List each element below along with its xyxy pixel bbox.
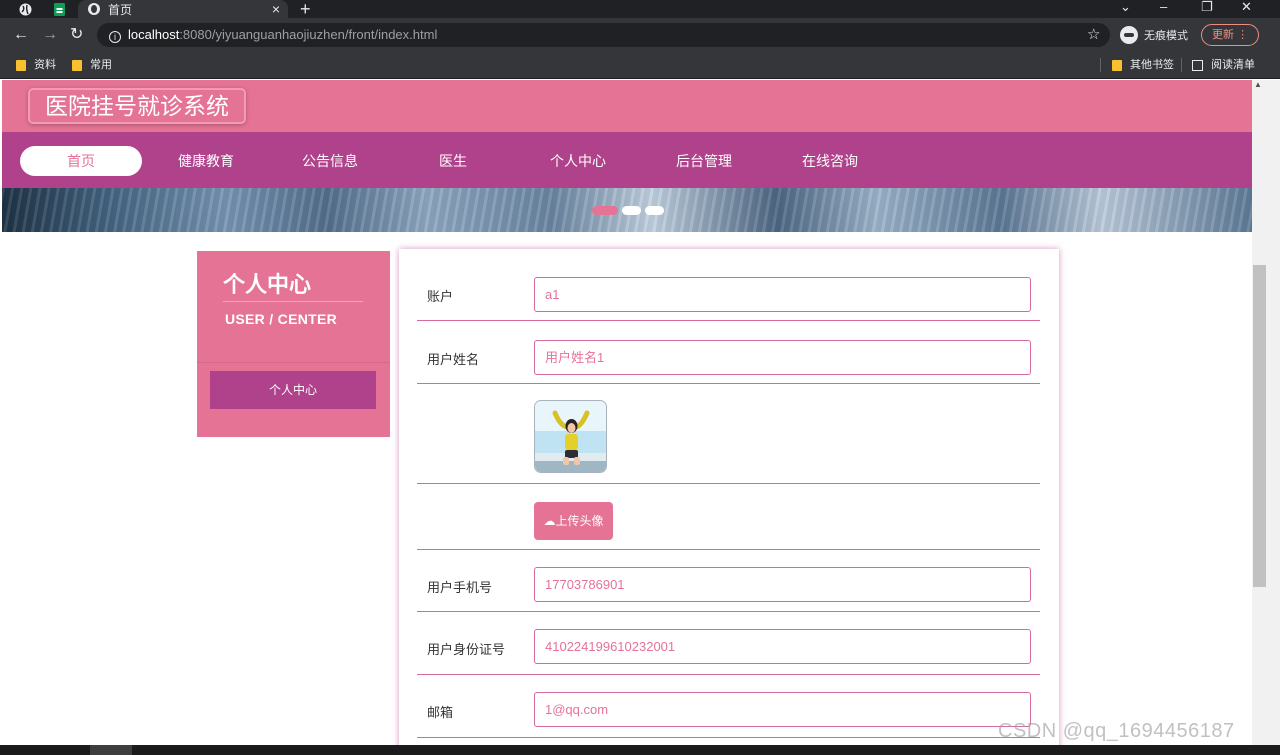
- form-row-phone: 用户手机号 17703786901: [417, 550, 1040, 612]
- pinned-tab-sheets[interactable]: [42, 0, 76, 18]
- info-icon[interactable]: i: [109, 31, 121, 43]
- globe-icon: [19, 3, 31, 15]
- incognito-icon: [1120, 26, 1138, 44]
- main-nav: 首页 健康教育 公告信息 医生 个人中心 后台管理 在线咨询: [2, 132, 1252, 188]
- address-bar[interactable]: i localhost:8080/yiyuanguanhaojiuzhen/fro…: [97, 23, 1110, 47]
- folder-icon: [72, 59, 82, 71]
- nav-item-doctors[interactable]: 医生: [392, 146, 514, 176]
- form-row-idcard: 用户身份证号 410224199610232001: [417, 612, 1040, 675]
- address-path: :8080/yiyuanguanhaojiuzhen/front/index.h…: [179, 27, 438, 42]
- cloud-upload-icon: ☁: [543, 514, 556, 528]
- sidebar-item-personal-center[interactable]: 个人中心: [210, 371, 376, 409]
- more-menu-icon: ⋮: [1237, 29, 1249, 41]
- incognito-indicator[interactable]: 无痕模式: [1120, 26, 1188, 44]
- avatar-image: [534, 400, 607, 473]
- restore-icon[interactable]: ❐: [1201, 0, 1213, 14]
- carousel-dot-3[interactable]: [645, 206, 664, 215]
- form-row-account: 账户 a1: [417, 249, 1040, 321]
- window-close-icon[interactable]: ✕: [1241, 0, 1252, 14]
- account-label: 账户: [427, 289, 454, 304]
- bookmark-folder-ziliao[interactable]: 资料: [16, 52, 56, 78]
- browser-toolbar: ← → ↻ i localhost:8080/yiyuanguanhaojiuzh…: [0, 18, 1280, 52]
- site-title[interactable]: 医院挂号就诊系统: [28, 88, 246, 124]
- new-tab-button[interactable]: +: [300, 0, 311, 18]
- user-center-sidebar: 个人中心 USER / CENTER 个人中心: [197, 251, 390, 437]
- form-row-avatar: [417, 384, 1040, 484]
- update-label: 更新: [1212, 29, 1234, 41]
- phone-label: 用户手机号: [427, 580, 493, 595]
- close-icon[interactable]: ×: [272, 0, 280, 18]
- hero-banner: [2, 188, 1252, 232]
- nav-item-admin[interactable]: 后台管理: [643, 146, 765, 176]
- carousel-dot-2[interactable]: [622, 206, 641, 215]
- site-header: 医院挂号就诊系统: [2, 80, 1252, 132]
- sidebar-title: 个人中心: [223, 272, 312, 297]
- incognito-label: 无痕模式: [1144, 30, 1188, 42]
- form-row-email: 邮箱 1@qq.com: [417, 675, 1040, 738]
- nav-item-online-consult[interactable]: 在线咨询: [769, 146, 891, 176]
- bookmark-separator: [1181, 58, 1182, 72]
- form-row-name: 用户姓名 用户姓名1: [417, 321, 1040, 384]
- address-host: localhost: [128, 27, 180, 42]
- nav-item-home[interactable]: 首页: [20, 146, 142, 176]
- bookmark-label: 资料: [34, 59, 56, 71]
- other-bookmarks-label: 其他书签: [1130, 59, 1174, 71]
- name-field[interactable]: 用户姓名1: [534, 340, 1031, 375]
- folder-icon: [16, 59, 26, 71]
- bookmark-star-icon[interactable]: ☆: [1087, 18, 1100, 52]
- watermark: CSDN @qq_1694456187: [998, 720, 1235, 742]
- scrollbar-thumb[interactable]: [1253, 265, 1266, 587]
- form-row-upload: ☁上传头像: [417, 484, 1040, 550]
- reading-list[interactable]: 阅读清单: [1192, 52, 1255, 78]
- reading-list-icon: [1192, 59, 1203, 71]
- folder-icon: [1112, 59, 1122, 71]
- email-field[interactable]: 1@qq.com: [534, 692, 1031, 727]
- bookmark-separator: [1100, 58, 1101, 72]
- minimize-icon[interactable]: –: [1160, 0, 1167, 14]
- account-field[interactable]: a1: [534, 277, 1031, 312]
- idcard-label: 用户身份证号: [427, 642, 506, 657]
- scroll-up-icon[interactable]: ▲: [1254, 80, 1262, 89]
- os-taskbar: [0, 745, 1280, 755]
- phone-field[interactable]: 17703786901: [534, 567, 1031, 602]
- reload-icon[interactable]: ↻: [70, 18, 83, 52]
- page-viewport: 医院挂号就诊系统 首页 健康教育 公告信息 医生 个人中心 后台管理 在线咨询 …: [2, 80, 1252, 748]
- tab-search-icon[interactable]: ⌄: [1120, 0, 1131, 14]
- sidebar-divider: [197, 362, 390, 363]
- browser-tab-strip: 首页 × + ⌄ – ❐ ✕: [0, 0, 1280, 18]
- browser-tab-active[interactable]: 首页 ×: [78, 0, 288, 18]
- globe-icon: [88, 3, 100, 15]
- upload-avatar-button[interactable]: ☁上传头像: [534, 502, 613, 540]
- tab-title: 首页: [108, 2, 133, 17]
- pinned-tab-globe[interactable]: [8, 0, 42, 18]
- other-bookmarks[interactable]: 其他书签: [1112, 52, 1174, 78]
- sidebar-divider-line: [223, 301, 363, 302]
- nav-item-announcements[interactable]: 公告信息: [269, 146, 391, 176]
- reading-list-label: 阅读清单: [1211, 59, 1255, 71]
- update-button[interactable]: 更新 ⋮: [1201, 24, 1259, 46]
- sidebar-subtitle: USER / CENTER: [225, 311, 338, 327]
- upload-avatar-label: 上传头像: [555, 514, 604, 528]
- bookmarks-bar: 资料 常用 其他书签 阅读清单: [0, 52, 1280, 79]
- email-label: 邮箱: [427, 705, 454, 720]
- back-icon[interactable]: ←: [13, 18, 29, 52]
- nav-item-personal-center[interactable]: 个人中心: [517, 146, 639, 176]
- sheets-icon: [53, 2, 65, 16]
- carousel-dot-1[interactable]: [592, 206, 618, 215]
- name-label: 用户姓名: [427, 352, 480, 367]
- bookmark-label: 常用: [90, 59, 112, 71]
- profile-form-panel: 账户 a1 用户姓名 用户姓名1 ☁上传头像 用户手机号 17703786901…: [399, 249, 1059, 748]
- forward-icon[interactable]: →: [42, 18, 58, 52]
- nav-item-health-education[interactable]: 健康教育: [145, 146, 267, 176]
- idcard-field[interactable]: 410224199610232001: [534, 629, 1031, 664]
- taskbar-item[interactable]: [90, 745, 132, 755]
- bookmark-folder-changyong[interactable]: 常用: [72, 52, 112, 78]
